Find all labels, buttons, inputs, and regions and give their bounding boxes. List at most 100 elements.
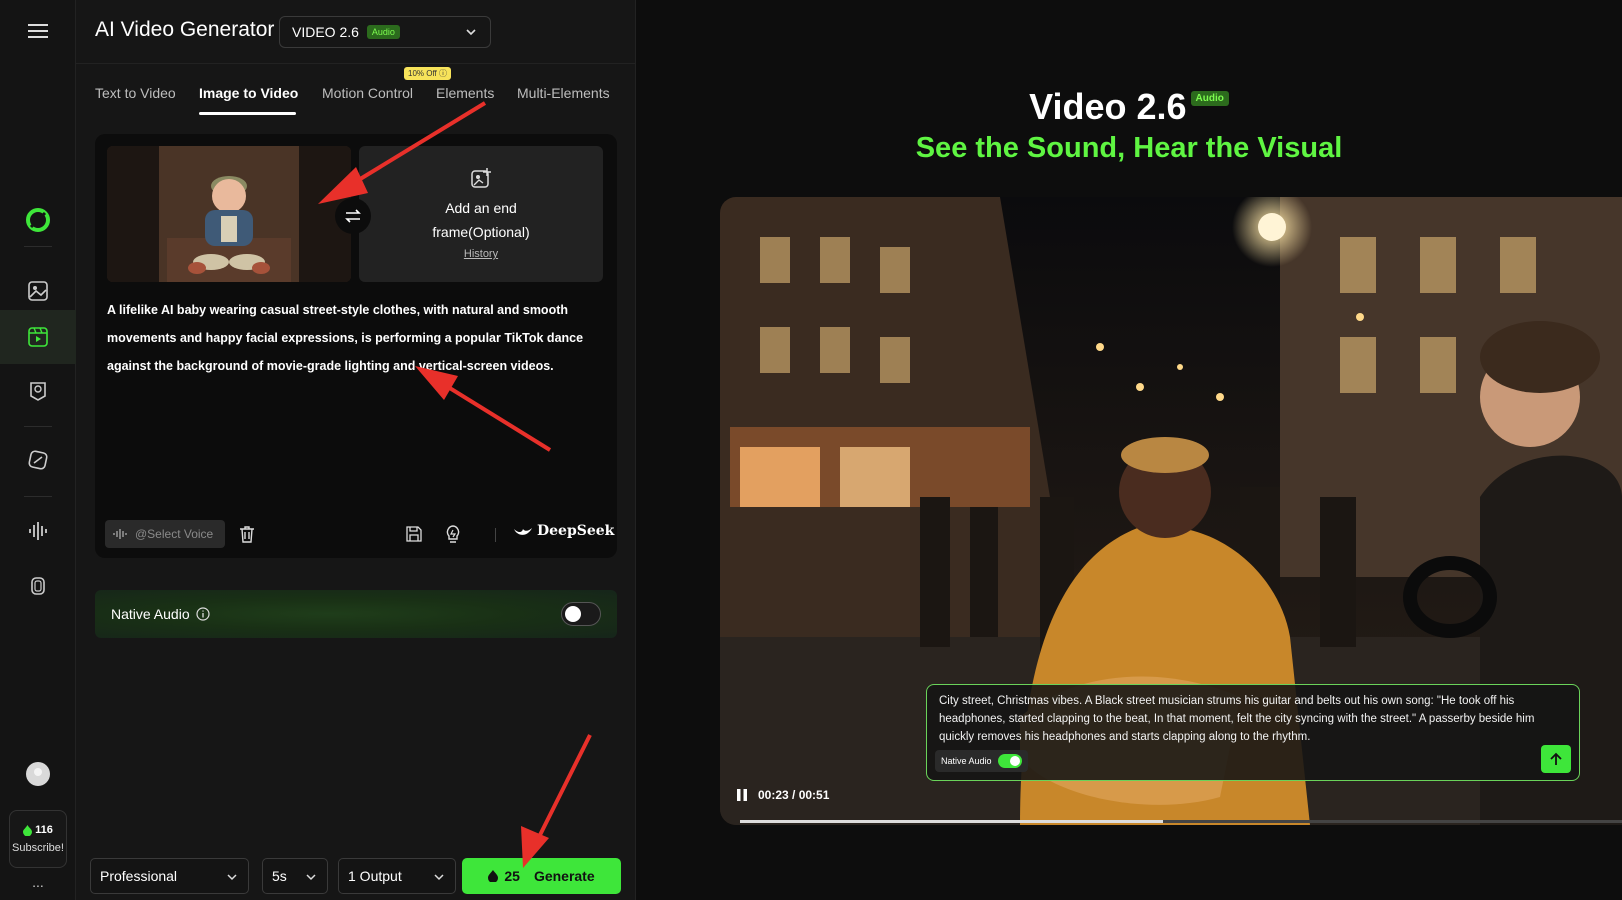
quality-value: Professional (100, 868, 178, 884)
clone-icon (31, 577, 45, 595)
generator-panel: AI Video Generator VIDEO 2.6 Audio Text … (76, 0, 636, 900)
deepseek-button[interactable]: DeepSeek (513, 523, 614, 539)
left-rail: 116 Subscribe! ... (0, 0, 76, 900)
rail-item-audio[interactable] (0, 504, 76, 558)
credit-count-value: 116 (35, 824, 53, 836)
tab-text-to-video[interactable]: Text to Video (95, 85, 176, 101)
native-audio-row: Native Audio (95, 590, 617, 638)
tab-elements[interactable]: Elements (436, 85, 494, 101)
tab-multi-elements[interactable]: Multi-Elements (517, 85, 610, 101)
discount-badge: 10% Off ⓘ (404, 67, 451, 80)
generate-bar: Professional 5s 1 Output 25 Generate (76, 858, 636, 894)
rail-divider (24, 496, 52, 497)
history-link[interactable]: History (464, 248, 498, 260)
flame-icon (488, 870, 499, 882)
flame-icon (23, 824, 33, 836)
duration-select[interactable]: 5s (262, 858, 328, 894)
model-select-value: VIDEO 2.6 (292, 24, 359, 40)
input-card: Add an end frame(Optional) History A lif… (95, 134, 617, 558)
tab-motion-control[interactable]: Motion Control (322, 85, 413, 101)
deepseek-whale-icon (514, 528, 532, 535)
avatar (26, 762, 50, 786)
select-voice-label: @Select Voice (135, 527, 214, 541)
upload-image-icon (471, 168, 491, 188)
inspiration-button[interactable] (443, 524, 463, 544)
playback-time: 00:23 / 00:51 (758, 788, 830, 802)
lightbulb-icon (446, 525, 460, 543)
end-frame-label: Add an end frame(Optional) (432, 200, 530, 240)
output-count-select[interactable]: 1 Output (338, 858, 456, 894)
caption-native-audio-label: Native Audio (941, 756, 992, 766)
image-icon (28, 281, 48, 301)
panel-header: AI Video Generator VIDEO 2.6 Audio (76, 0, 636, 64)
tab-image-to-video[interactable]: Image to Video (199, 85, 298, 101)
native-audio-label: Native Audio (111, 606, 190, 622)
showcase-subtitle: See the Sound, Hear the Visual (915, 132, 1343, 164)
chevron-down-icon (306, 874, 316, 881)
send-button[interactable] (1541, 745, 1571, 773)
menu-button[interactable] (0, 4, 76, 58)
trash-icon (240, 526, 254, 543)
chevron-down-icon (227, 874, 237, 881)
waveform-icon (113, 529, 127, 539)
rail-divider (24, 426, 52, 427)
more-button[interactable]: ... (0, 874, 76, 890)
video-icon (28, 327, 48, 347)
audio-badge: Audio (366, 25, 400, 39)
toolbar-divider (495, 528, 496, 542)
info-icon[interactable] (196, 607, 210, 621)
rail-item-avatar[interactable] (0, 364, 76, 418)
video-progress-fill (740, 820, 1164, 823)
select-voice-button[interactable]: @Select Voice (105, 520, 225, 548)
player-controls: 00:23 / 00:51 (736, 788, 829, 802)
chevron-down-icon (466, 29, 476, 36)
model-select[interactable]: VIDEO 2.6 Audio (279, 16, 491, 48)
rail-item-clone[interactable] (0, 559, 76, 613)
user-avatar[interactable] (0, 747, 76, 801)
prompt-toolbar: @Select Voice DeepSeek (95, 520, 617, 550)
credits-widget[interactable]: 116 Subscribe! (9, 810, 67, 868)
avatar-tool-icon (30, 382, 46, 401)
prompt-input[interactable]: A lifelike AI baby wearing casual street… (107, 296, 587, 380)
menu-icon (28, 24, 48, 38)
audio-icon (29, 522, 47, 540)
caption-card: City street, Christmas vibes. A Black st… (926, 684, 1580, 781)
arrow-up-icon (1550, 752, 1562, 765)
native-audio-toggle[interactable] (561, 602, 601, 626)
clear-prompt-button[interactable] (237, 524, 257, 544)
active-tab-indicator (199, 112, 296, 115)
showcase-title-text: Video 2.6 (1029, 86, 1187, 127)
end-frame-upload[interactable]: Add an end frame(Optional) History (359, 146, 603, 282)
video-progress[interactable] (740, 820, 1622, 823)
chevron-down-icon (434, 874, 444, 881)
generate-cost: 25 (504, 868, 520, 884)
showcase-title: Video 2.6 Audio (636, 86, 1622, 128)
output-count-value: 1 Output (348, 868, 402, 884)
caption-text: City street, Christmas vibes. A Black st… (939, 695, 1535, 743)
caption-native-audio-toggle[interactable] (997, 754, 1022, 768)
quality-select[interactable]: Professional (90, 858, 249, 894)
audio-badge: Audio (1190, 91, 1229, 106)
effects-icon (28, 450, 48, 470)
save-icon (406, 526, 422, 542)
app-root: 116 Subscribe! ... AI Video Generator VI… (0, 0, 1622, 900)
page-title: AI Video Generator (95, 18, 275, 41)
rail-divider (24, 246, 52, 247)
swap-frames-button[interactable] (335, 198, 371, 234)
caption-native-audio[interactable]: Native Audio (935, 750, 1028, 772)
pause-icon[interactable] (736, 788, 748, 802)
generate-label: Generate (533, 868, 595, 884)
generate-button[interactable]: 25 Generate (462, 858, 621, 894)
start-frame-image[interactable] (107, 146, 351, 282)
logo[interactable] (0, 193, 76, 247)
baby-photo (107, 146, 351, 282)
save-prompt-button[interactable] (404, 524, 424, 544)
deepseek-label: DeepSeek (537, 523, 615, 539)
duration-value: 5s (272, 868, 287, 884)
swap-icon (345, 209, 361, 223)
subscribe-link[interactable]: Subscribe! (12, 842, 64, 854)
logo-icon (26, 208, 50, 232)
rail-item-video[interactable] (0, 310, 76, 364)
showcase-panel: Video 2.6 Audio See the Sound, Hear the V… (636, 0, 1622, 900)
rail-item-effects[interactable] (0, 433, 76, 487)
